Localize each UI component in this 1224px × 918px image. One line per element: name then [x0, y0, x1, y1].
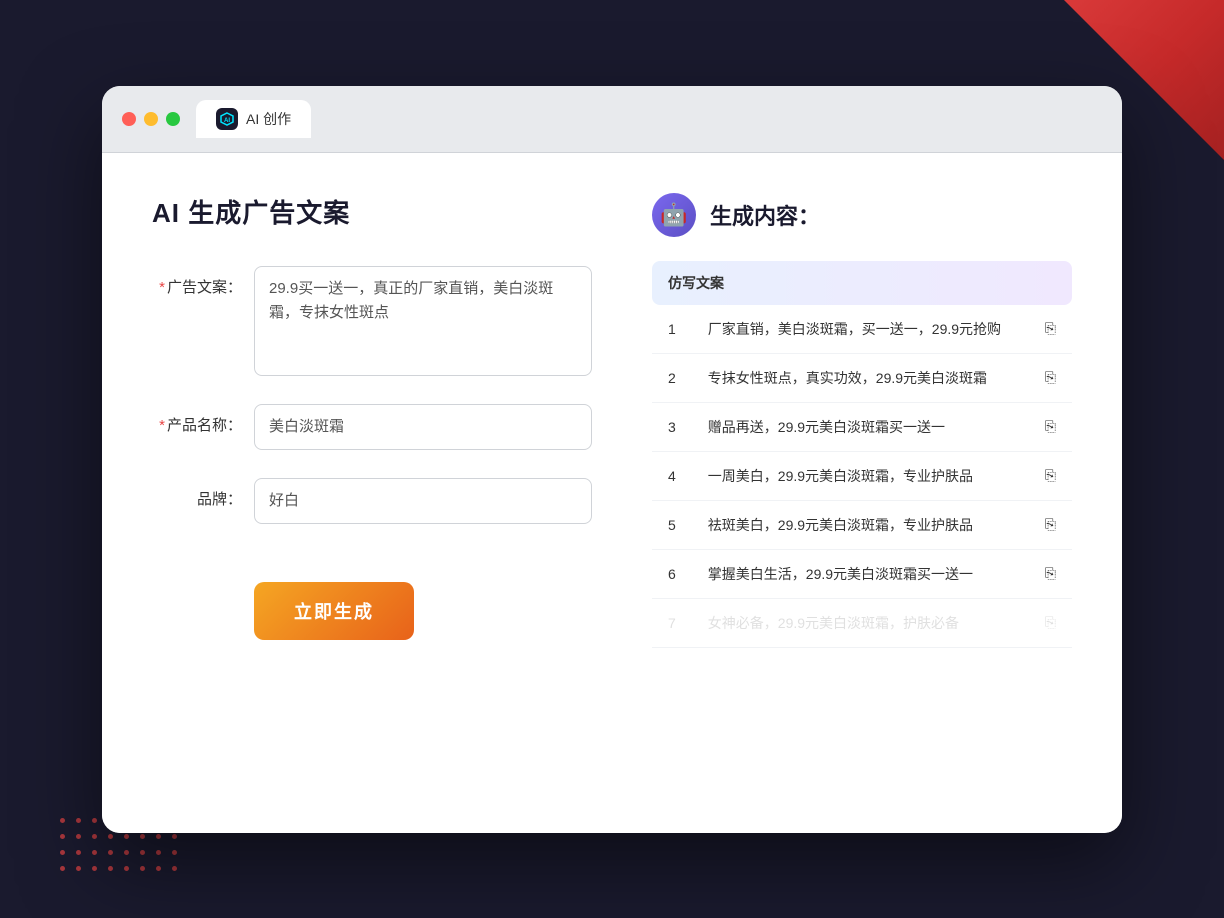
- minimize-button[interactable]: [144, 112, 158, 126]
- product-name-input[interactable]: [254, 404, 592, 450]
- right-header: 🤖 生成内容：: [652, 193, 1072, 237]
- row-text: 掌握美白生活，29.9元美白淡斑霜买一送一: [692, 549, 1029, 598]
- table-row: 5祛斑美白，29.9元美白淡斑霜，专业护肤品⎘: [652, 500, 1072, 549]
- copy-button[interactable]: ⎘: [1029, 598, 1072, 647]
- window-controls: [122, 112, 180, 126]
- right-panel: 🤖 生成内容： 仿写文案 1厂家直销，美白淡斑霜，买一送一，29.9元抢购⎘2专…: [652, 193, 1072, 793]
- required-star-2: *: [159, 417, 165, 434]
- tab-ai-creation[interactable]: AI AI 创作: [196, 100, 311, 138]
- row-number: 5: [652, 500, 692, 549]
- results-table: 仿写文案 1厂家直销，美白淡斑霜，买一送一，29.9元抢购⎘2专抹女性斑点，真实…: [652, 261, 1072, 648]
- product-name-label: *产品名称：: [152, 404, 242, 435]
- tab-label: AI 创作: [246, 109, 291, 129]
- row-text: 女神必备，29.9元美白淡斑霜，护肤必备: [692, 598, 1029, 647]
- table-row: 4一周美白，29.9元美白淡斑霜，专业护肤品⎘: [652, 451, 1072, 500]
- table-row: 7女神必备，29.9元美白淡斑霜，护肤必备⎘: [652, 598, 1072, 647]
- row-number: 3: [652, 402, 692, 451]
- row-number: 4: [652, 451, 692, 500]
- row-text: 祛斑美白，29.9元美白淡斑霜，专业护肤品: [692, 500, 1029, 549]
- table-row: 3赠品再送，29.9元美白淡斑霜买一送一⎘: [652, 402, 1072, 451]
- row-number: 7: [652, 598, 692, 647]
- copy-button[interactable]: ⎘: [1029, 402, 1072, 451]
- svg-text:AI: AI: [224, 118, 230, 124]
- close-button[interactable]: [122, 112, 136, 126]
- row-text: 一周美白，29.9元美白淡斑霜，专业护肤品: [692, 451, 1029, 500]
- right-title: 生成内容：: [710, 199, 820, 231]
- brand-label: 品牌：: [152, 478, 242, 509]
- row-number: 6: [652, 549, 692, 598]
- left-panel: AI 生成广告文案 *广告文案： *产品名称： 品牌： 立即生成: [152, 193, 592, 793]
- row-text: 专抹女性斑点，真实功效，29.9元美白淡斑霜: [692, 353, 1029, 402]
- table-header: 仿写文案: [652, 261, 1072, 305]
- generate-button[interactable]: 立即生成: [254, 582, 414, 640]
- copy-button[interactable]: ⎘: [1029, 451, 1072, 500]
- ai-tab-icon: AI: [216, 108, 238, 130]
- brand-input[interactable]: [254, 478, 592, 524]
- product-name-group: *产品名称：: [152, 404, 592, 450]
- ad-copy-group: *广告文案：: [152, 266, 592, 376]
- row-text: 赠品再送，29.9元美白淡斑霜买一送一: [692, 402, 1029, 451]
- ad-copy-label: *广告文案：: [152, 266, 242, 297]
- robot-icon: 🤖: [652, 193, 696, 237]
- table-row: 2专抹女性斑点，真实功效，29.9元美白淡斑霜⎘: [652, 353, 1072, 402]
- copy-button[interactable]: ⎘: [1029, 353, 1072, 402]
- brand-group: 品牌：: [152, 478, 592, 524]
- browser-window: AI AI 创作 AI 生成广告文案 *广告文案： *产品名称：: [102, 86, 1122, 833]
- row-number: 1: [652, 305, 692, 354]
- required-star-1: *: [159, 279, 165, 296]
- table-row: 6掌握美白生活，29.9元美白淡斑霜买一送一⎘: [652, 549, 1072, 598]
- copy-button[interactable]: ⎘: [1029, 549, 1072, 598]
- copy-button[interactable]: ⎘: [1029, 305, 1072, 354]
- maximize-button[interactable]: [166, 112, 180, 126]
- ad-copy-input[interactable]: [254, 266, 592, 376]
- main-content: AI 生成广告文案 *广告文案： *产品名称： 品牌： 立即生成: [102, 153, 1122, 833]
- table-row: 1厂家直销，美白淡斑霜，买一送一，29.9元抢购⎘: [652, 305, 1072, 354]
- title-bar: AI AI 创作: [102, 86, 1122, 153]
- row-text: 厂家直销，美白淡斑霜，买一送一，29.9元抢购: [692, 305, 1029, 354]
- row-number: 2: [652, 353, 692, 402]
- copy-button[interactable]: ⎘: [1029, 500, 1072, 549]
- page-title: AI 生成广告文案: [152, 193, 592, 230]
